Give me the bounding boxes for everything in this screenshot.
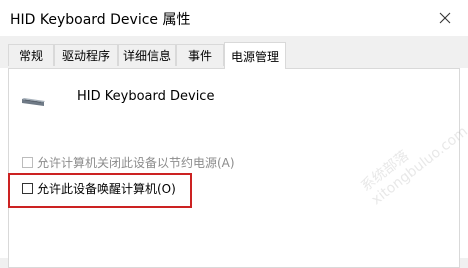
window-title: HID Keyboard Device 属性 <box>10 12 191 28</box>
highlight-box <box>8 173 192 208</box>
tab-general[interactable]: 常规 <box>8 44 54 66</box>
allow-turn-off-option: 允许计算机关闭此设备以节约电源(A) <box>22 154 235 171</box>
properties-dialog: HID Keyboard Device 属性 常规 驱动程序 详细信息 事件 电… <box>0 0 468 268</box>
allow-turn-off-label: 允许计算机关闭此设备以节约电源(A) <box>37 156 235 170</box>
title-bar: HID Keyboard Device 属性 <box>0 0 468 36</box>
tab-power-management[interactable]: 电源管理 <box>224 42 286 69</box>
tab-events[interactable]: 事件 <box>176 44 224 66</box>
close-icon <box>439 12 451 24</box>
device-name: HID Keyboard Device <box>77 89 215 104</box>
allow-turn-off-checkbox <box>22 157 33 168</box>
keyboard-icon <box>22 98 45 106</box>
close-button[interactable] <box>422 0 468 36</box>
tab-details[interactable]: 详细信息 <box>118 44 176 66</box>
tab-driver[interactable]: 驱动程序 <box>54 44 118 66</box>
